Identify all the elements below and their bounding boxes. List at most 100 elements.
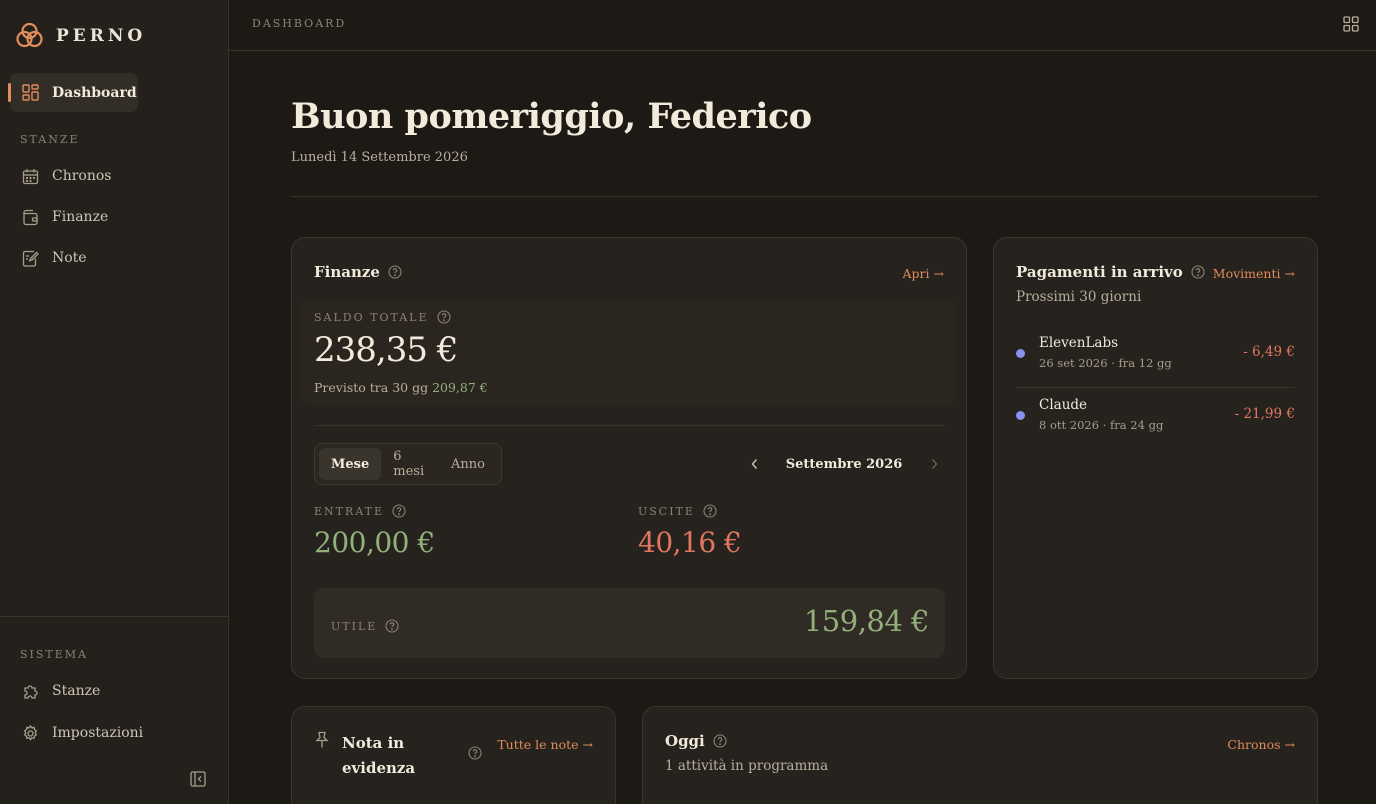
income-value: 200,00 € — [314, 526, 435, 559]
wallet-icon — [20, 207, 40, 227]
card-title: Pagamenti in arrivo — [1016, 263, 1183, 281]
transactions-link[interactable]: Movimenti → — [1213, 266, 1295, 281]
card-title: Finanze — [314, 263, 380, 281]
period-month[interactable]: Mese — [319, 448, 382, 480]
payment-amount: - 21,99 € — [1234, 406, 1295, 422]
help-icon[interactable] — [703, 504, 717, 518]
period-selector: Mese 6 mesi Anno — [314, 443, 502, 485]
help-icon[interactable] — [468, 746, 482, 760]
link-label: Movimenti — [1212, 266, 1281, 281]
status-dot — [1016, 349, 1025, 358]
link-label: Chronos — [1227, 737, 1281, 752]
logo-icon — [16, 22, 43, 48]
dashboard-icon — [20, 83, 40, 103]
prev-month-button[interactable] — [744, 458, 764, 470]
app-name: PERNO — [56, 25, 147, 46]
chronos-link[interactable]: Chronos → — [1227, 737, 1295, 752]
month-navigator: Settembre 2026 — [744, 450, 944, 478]
section-label-system: SISTEMA — [20, 648, 88, 661]
today-card: Oggi Chronos → 1 attività in programma — [642, 706, 1318, 804]
section-label-rooms: STANZE — [20, 133, 80, 146]
period-year[interactable]: Anno — [439, 448, 497, 480]
topbar: DASHBOARD — [229, 0, 1376, 51]
arrow-right-icon: → — [582, 737, 593, 752]
payment-item[interactable]: ElevenLabs 26 set 2026 · fra 12 gg - 6,4… — [1016, 326, 1295, 388]
period-6-months[interactable]: 6 mesi — [381, 448, 439, 480]
payment-amount: - 6,49 € — [1243, 344, 1295, 360]
pinned-note-card: Nota in evidenza Tutte le note → — [291, 706, 616, 804]
payment-date: 26 set 2026 · fra 12 gg — [1039, 356, 1172, 370]
forecast-label: Previsto tra 30 gg — [314, 380, 429, 395]
arrow-right-icon: → — [1284, 737, 1295, 752]
sidebar-item-label: Chronos — [52, 168, 112, 184]
grid-icon — [1343, 16, 1359, 32]
arrow-right-icon: → — [933, 266, 944, 281]
card-title: Nota in evidenza — [342, 734, 416, 777]
open-finance-link[interactable]: Apri → — [903, 266, 945, 281]
sidebar-item-impostazioni[interactable]: Impostazioni — [10, 715, 210, 751]
sidebar-item-label: Dashboard — [52, 84, 137, 101]
link-label: Apri — [902, 266, 930, 281]
card-title: Oggi — [665, 732, 705, 750]
profit-label: UTILE — [331, 619, 378, 633]
status-dot — [1016, 411, 1025, 420]
current-month: Settembre 2026 — [785, 456, 903, 472]
expenses-label: USCITE — [638, 504, 695, 518]
layout-button[interactable] — [1341, 14, 1361, 34]
upcoming-payments-card: Pagamenti in arrivo Movimenti → Prossimi… — [993, 237, 1318, 679]
profit-panel: UTILE 159,84 € — [314, 588, 945, 658]
link-label: Tutte le note — [497, 737, 579, 752]
balance-label: SALDO TOTALE — [314, 310, 429, 324]
balance-panel: SALDO TOTALE 238,35 € Previsto tra 30 gg… — [301, 300, 957, 406]
chevron-right-icon — [931, 459, 937, 469]
payment-name: Claude — [1039, 397, 1088, 413]
sidebar-item-chronos[interactable]: Chronos — [10, 158, 210, 194]
payment-date: 8 ott 2026 · fra 24 gg — [1039, 418, 1164, 432]
sidebar-item-label: Note — [52, 250, 87, 266]
sidebar-item-label: Impostazioni — [52, 725, 144, 741]
income-label: ENTRATE — [314, 504, 384, 518]
chevron-left-icon — [751, 459, 757, 469]
help-icon[interactable] — [436, 310, 451, 324]
sidebar-item-dashboard[interactable]: Dashboard — [8, 73, 138, 112]
expenses-value: 40,16 € — [638, 526, 742, 559]
collapse-sidebar-button[interactable] — [188, 769, 208, 789]
sidebar-item-finanze[interactable]: Finanze — [10, 199, 210, 235]
sidebar-item-note[interactable]: Note — [10, 240, 210, 276]
next-month-button[interactable] — [924, 458, 944, 470]
help-icon[interactable] — [1191, 265, 1205, 279]
gear-icon — [20, 723, 40, 743]
help-icon[interactable] — [388, 265, 402, 279]
finance-card: Finanze Apri → SALDO TOTALE 238,35 € Pre… — [291, 237, 967, 679]
help-icon[interactable] — [713, 734, 727, 748]
help-icon[interactable] — [385, 619, 399, 633]
current-date: Lunedì 14 Settembre 2026 — [291, 150, 468, 165]
sidebar-item-label: Finanze — [52, 209, 109, 225]
calendar-icon — [20, 166, 40, 186]
divider — [314, 425, 945, 426]
profit-value: 159,84 € — [803, 604, 930, 638]
puzzle-icon — [20, 681, 40, 701]
breadcrumb: DASHBOARD — [252, 17, 347, 30]
expenses-block: USCITE 40,16 € — [638, 504, 742, 559]
sidebar-divider — [0, 616, 228, 617]
header-divider — [291, 196, 1318, 197]
forecast: Previsto tra 30 gg 209,87 € — [314, 380, 488, 395]
all-notes-link[interactable]: Tutte le note → — [497, 737, 593, 752]
forecast-value: 209,87 € — [432, 380, 488, 395]
page-title: Buon pomeriggio, Federico — [291, 96, 812, 137]
collapse-icon — [190, 771, 206, 787]
sidebar: PERNO Dashboard STANZE Chronos Finanze N… — [0, 0, 229, 804]
payment-item[interactable]: Claude 8 ott 2026 · fra 24 gg - 21,99 € — [1016, 388, 1295, 450]
pin-icon — [314, 731, 330, 749]
help-icon[interactable] — [392, 504, 406, 518]
sidebar-item-stanze[interactable]: Stanze — [10, 673, 210, 709]
card-subtitle: 1 attività in programma — [665, 758, 829, 774]
note-icon — [20, 248, 40, 268]
balance-value: 238,35 € — [314, 330, 458, 370]
income-block: ENTRATE 200,00 € — [314, 504, 435, 559]
app-logo[interactable]: PERNO — [15, 21, 146, 50]
payment-name: ElevenLabs — [1039, 335, 1119, 351]
card-subtitle: Prossimi 30 giorni — [1016, 289, 1142, 305]
sidebar-item-label: Stanze — [52, 683, 101, 699]
